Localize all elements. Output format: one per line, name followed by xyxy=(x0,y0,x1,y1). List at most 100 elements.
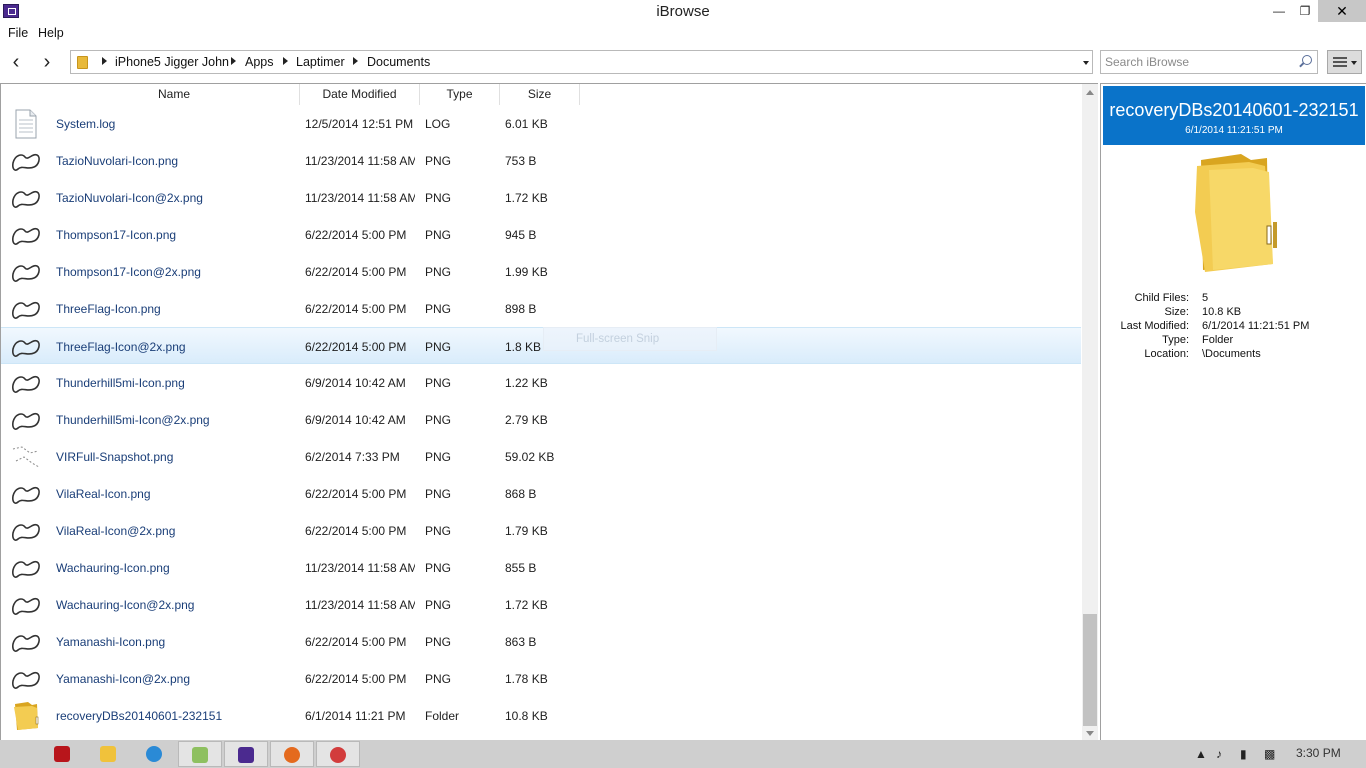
table-row[interactable]: Yamanashi-Icon@2x.png 6/22/2014 5:00 PM PN… xyxy=(1,660,1081,697)
snapshot-icon xyxy=(10,441,42,473)
search-input[interactable] xyxy=(1105,54,1295,70)
view-options-button[interactable] xyxy=(1327,50,1362,74)
file-name[interactable]: VIRFull-Snapshot.png xyxy=(56,450,173,464)
file-name[interactable]: TazioNuvolari-Icon.png xyxy=(56,154,178,168)
chevron-right-icon[interactable] xyxy=(231,57,236,65)
file-type: PNG xyxy=(425,154,452,168)
search-icon[interactable] xyxy=(1302,55,1312,65)
file-name[interactable]: recoveryDBs20140601-232151 xyxy=(56,709,222,723)
details-subtitle: 6/1/2014 11:21:51 PM xyxy=(1185,125,1283,136)
scroll-down-icon[interactable] xyxy=(1086,731,1094,736)
table-row[interactable]: Yamanashi-Icon.png 6/22/2014 5:00 PM PNG 86… xyxy=(1,623,1081,660)
file-name[interactable]: VilaReal-Icon@2x.png xyxy=(56,524,175,538)
chevron-right-icon[interactable] xyxy=(102,57,107,65)
file-size: 59.02 KB xyxy=(505,450,555,464)
table-row[interactable]: ThreeFlag-Icon.png 6/22/2014 5:00 PM PNG 89… xyxy=(1,290,1081,327)
chevron-right-icon[interactable] xyxy=(283,57,288,65)
table-row[interactable]: VilaReal-Icon.png 6/22/2014 5:00 PM PNG 868… xyxy=(1,475,1081,512)
table-row[interactable]: VilaReal-Icon@2x.png 6/22/2014 5:00 PM PNG… xyxy=(1,512,1081,549)
menu-help[interactable]: Help xyxy=(38,26,64,40)
table-row[interactable]: Thunderhill5mi-Icon@2x.png 6/9/2014 10:42… xyxy=(1,401,1081,438)
close-button[interactable]: ✕ xyxy=(1318,0,1366,22)
scroll-thumb[interactable] xyxy=(1083,614,1097,726)
file-name[interactable]: Thompson17-Icon@2x.png xyxy=(56,265,201,279)
file-size: 6.01 KB xyxy=(505,117,548,131)
scrollbar[interactable] xyxy=(1082,84,1098,740)
volume-icon[interactable]: ♪ xyxy=(1216,747,1222,761)
column-header-size[interactable]: Size xyxy=(500,84,580,105)
file-name[interactable]: Wachauring-Icon.png xyxy=(56,561,170,575)
table-row[interactable]: TazioNuvolari-Icon@2x.png 11/23/2014 11:5… xyxy=(1,179,1081,216)
file-name[interactable]: Thunderhill5mi-Icon@2x.png xyxy=(56,413,210,427)
file-type: PNG xyxy=(425,376,452,390)
table-row[interactable]: VIRFull-Snapshot.png 6/2/2014 7:33 PM PNG 5… xyxy=(1,438,1081,475)
file-name[interactable]: Thunderhill5mi-Icon.png xyxy=(56,376,185,390)
file-name[interactable]: System.log xyxy=(56,117,115,131)
track-icon xyxy=(10,331,42,363)
file-date: 6/22/2014 5:00 PM xyxy=(305,672,407,686)
table-row[interactable]: Thompson17-Icon.png 6/22/2014 5:00 PM PNG 9… xyxy=(1,216,1081,253)
file-type: PNG xyxy=(425,413,452,427)
property-value: 10.8 KB xyxy=(1202,306,1242,318)
breadcrumb[interactable]: iPhone5 Jigger John Apps Laptimer Docume… xyxy=(70,50,1093,74)
back-button[interactable]: ‹ xyxy=(5,50,27,74)
power-icon[interactable] xyxy=(40,741,84,767)
column-header-name[interactable]: Name xyxy=(49,84,300,105)
restore-button[interactable]: ❐ xyxy=(1292,0,1318,22)
breadcrumb-device[interactable]: iPhone5 Jigger John xyxy=(115,55,229,69)
file-name[interactable]: ThreeFlag-Icon@2x.png xyxy=(56,340,186,354)
file-name[interactable]: VilaReal-Icon.png xyxy=(56,487,151,501)
file-name[interactable]: Wachauring-Icon@2x.png xyxy=(56,598,194,612)
chevron-down-icon[interactable] xyxy=(1083,61,1089,65)
show-hidden-icons-icon[interactable]: ▲ xyxy=(1195,747,1207,761)
file-date: 6/22/2014 5:00 PM xyxy=(305,340,407,354)
file-list: Name Date Modified Type Size System.log 1… xyxy=(0,83,1098,740)
chevron-right-icon[interactable] xyxy=(353,57,358,65)
breadcrumb-documents[interactable]: Documents xyxy=(367,55,430,69)
firefox-icon[interactable] xyxy=(270,741,314,767)
forward-button[interactable]: › xyxy=(36,50,58,74)
network-icon[interactable]: ▩ xyxy=(1264,747,1275,761)
file-type: PNG xyxy=(425,302,452,316)
file-name[interactable]: Thompson17-Icon.png xyxy=(56,228,176,242)
table-row[interactable]: recoveryDBs20140601-232151 6/1/2014 11:21… xyxy=(1,697,1081,734)
table-row[interactable]: Wachauring-Icon@2x.png 11/23/2014 11:58 A… xyxy=(1,586,1081,623)
file-explorer-icon[interactable] xyxy=(86,741,130,767)
breadcrumb-apps[interactable]: Apps xyxy=(245,55,274,69)
table-row[interactable]: System.log 12/5/2014 12:51 PM LOG 6.01 KB xyxy=(1,105,1081,142)
internet-explorer-icon[interactable] xyxy=(132,741,176,767)
file-type: PNG xyxy=(425,672,452,686)
table-row[interactable]: TazioNuvolari-Icon.png 11/23/2014 11:58 A… xyxy=(1,142,1081,179)
file-type: PNG xyxy=(425,191,452,205)
property-key: Size: xyxy=(1164,306,1189,318)
search-box[interactable] xyxy=(1100,50,1318,74)
file-name[interactable]: Yamanashi-Icon@2x.png xyxy=(56,672,190,686)
file-date: 6/22/2014 5:00 PM xyxy=(305,265,407,279)
table-row[interactable]: Thompson17-Icon@2x.png 6/22/2014 5:00 PM P… xyxy=(1,253,1081,290)
file-type: PNG xyxy=(425,450,452,464)
file-name[interactable]: TazioNuvolari-Icon@2x.png xyxy=(56,191,203,205)
clock[interactable]: 3:30 PM xyxy=(1296,746,1341,760)
file-name[interactable]: ThreeFlag-Icon.png xyxy=(56,302,161,316)
track-icon xyxy=(10,626,42,658)
column-header-type[interactable]: Type xyxy=(420,84,500,105)
ibrowse-icon[interactable] xyxy=(224,741,268,767)
file-size: 1.79 KB xyxy=(505,524,548,538)
file-name[interactable]: Yamanashi-Icon.png xyxy=(56,635,165,649)
table-row[interactable]: Thunderhill5mi-Icon.png 6/9/2014 10:42 AM… xyxy=(1,364,1081,401)
column-header-date[interactable]: Date Modified xyxy=(300,84,420,105)
table-row[interactable]: ThreeFlag-Icon@2x.png 6/22/2014 5:00 PM PN… xyxy=(1,327,1081,364)
file-size: 10.8 KB xyxy=(505,709,548,723)
file-type: PNG xyxy=(425,598,452,612)
minimize-button[interactable]: — xyxy=(1266,0,1292,22)
breadcrumb-laptimer[interactable]: Laptimer xyxy=(296,55,345,69)
menu-file[interactable]: File xyxy=(8,26,28,40)
chat-icon[interactable] xyxy=(178,741,222,767)
scroll-up-icon[interactable] xyxy=(1086,90,1094,95)
details-title: recoveryDBs20140601-232151 xyxy=(1109,100,1359,120)
battery-icon[interactable]: ▮ xyxy=(1240,747,1247,761)
file-size: 1.78 KB xyxy=(505,672,548,686)
table-row[interactable]: Wachauring-Icon.png 11/23/2014 11:58 AM PN… xyxy=(1,549,1081,586)
snipping-tool-icon[interactable] xyxy=(316,741,360,767)
file-size: 1.99 KB xyxy=(505,265,548,279)
